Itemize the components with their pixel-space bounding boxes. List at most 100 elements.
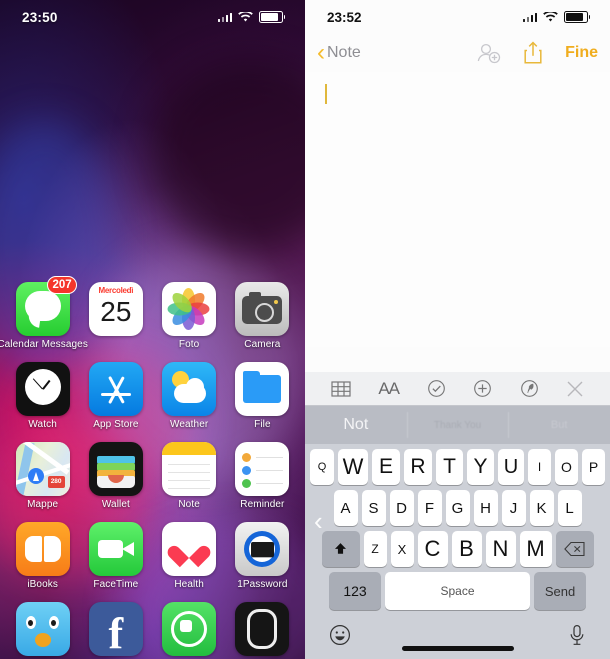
key-B[interactable]: B <box>451 531 482 567</box>
facetime-icon[interactable] <box>88 522 143 576</box>
app-label: App Store <box>93 419 139 430</box>
facebook-icon[interactable]: f <box>88 602 143 656</box>
app-dark[interactable] <box>229 602 295 656</box>
key-K[interactable]: K <box>529 490 554 526</box>
wifi-icon <box>238 11 253 21</box>
status-indicators <box>217 10 286 24</box>
app-calendar[interactable]: Mercoledì 25 <box>83 282 149 350</box>
smiley-face-icon[interactable] <box>329 624 351 651</box>
key-T[interactable]: T <box>436 449 463 485</box>
key-Z[interactable]: Z <box>363 531 387 567</box>
calendar-icon[interactable]: Mercoledì 25 <box>88 282 143 336</box>
notes-icon[interactable] <box>162 442 217 496</box>
app-messages[interactable]: 207 Calendar Messages <box>0 276 88 350</box>
text-format-AA-icon[interactable]: AA <box>378 379 400 399</box>
left-phone-home-screen: 23:50 207 Calendar Messages Mercoledì 25… <box>0 0 305 659</box>
status-clock: 23:50 <box>22 9 58 25</box>
key-J[interactable]: J <box>501 490 526 526</box>
home-indicator-bar[interactable] <box>401 646 514 651</box>
app-label: Watch <box>28 419 57 430</box>
add-person-icon[interactable] <box>475 42 501 64</box>
key-A[interactable]: A <box>333 490 358 526</box>
app-ibooks[interactable]: iBooks <box>10 522 76 590</box>
app-files[interactable]: File <box>229 362 295 430</box>
app-label: FaceTime <box>93 579 139 590</box>
prediction-item[interactable]: Thank You <box>406 406 509 444</box>
app-weather[interactable]: Weather <box>156 362 222 430</box>
key-E[interactable]: E <box>372 449 400 485</box>
app-label: Health <box>174 579 204 590</box>
note-body[interactable] <box>305 72 610 347</box>
done-button[interactable]: Fine <box>565 44 598 62</box>
health-icon[interactable] <box>162 522 217 576</box>
key-G[interactable]: G <box>445 490 470 526</box>
key-H[interactable]: H <box>473 490 498 526</box>
app-photos[interactable]: Foto <box>156 282 222 350</box>
markup-pen-icon[interactable] <box>520 379 539 398</box>
key-P[interactable]: P <box>582 449 605 485</box>
photos-icon[interactable] <box>162 282 217 336</box>
app-watch[interactable]: Watch <box>10 362 76 430</box>
key-Y[interactable]: Y <box>467 449 494 485</box>
shift-arrow-icon[interactable] <box>321 531 360 567</box>
key-M[interactable]: M <box>519 531 552 567</box>
space-key[interactable]: Space <box>385 572 530 610</box>
twitter-bird-icon[interactable] <box>15 602 70 656</box>
app-camera[interactable]: Camera <box>229 282 295 350</box>
microphone-icon[interactable] <box>568 624 586 651</box>
numbers-key[interactable]: 123 <box>329 572 381 610</box>
key-U[interactable]: U <box>498 449 524 485</box>
app-maps[interactable]: 280 Mappe <box>10 442 76 510</box>
app-reminders[interactable]: Reminder <box>229 442 295 510</box>
key-I[interactable]: I <box>528 449 551 485</box>
battery-icon <box>564 10 591 24</box>
key-O[interactable]: O <box>555 449 578 485</box>
status-indicators <box>522 10 591 24</box>
send-key[interactable]: Send <box>534 572 586 610</box>
camera-icon[interactable] <box>235 282 290 336</box>
ibooks-icon[interactable] <box>15 522 70 576</box>
maps-icon[interactable]: 280 <box>15 442 70 496</box>
app-notes[interactable]: Note <box>156 442 222 510</box>
app-facebook[interactable]: f <box>83 602 149 656</box>
app-twitter[interactable] <box>10 602 76 656</box>
keyboard-row-3: Z X C B N M <box>305 531 610 567</box>
key-W[interactable]: W <box>338 449 368 485</box>
app-label: Camera <box>244 339 281 350</box>
key-S[interactable]: S <box>361 490 386 526</box>
key-F[interactable]: F <box>417 490 442 526</box>
files-icon[interactable] <box>235 362 290 416</box>
reminders-icon[interactable] <box>235 442 290 496</box>
checklist-icon[interactable] <box>427 379 446 398</box>
close-icon[interactable] <box>566 380 584 398</box>
dark-app-icon[interactable] <box>235 602 290 656</box>
key-R[interactable]: R <box>404 449 432 485</box>
key-Q[interactable]: Q <box>310 449 334 485</box>
key-C[interactable]: C <box>417 531 448 567</box>
app-store-icon[interactable] <box>88 362 143 416</box>
prediction-item[interactable]: But <box>508 406 610 444</box>
watch-icon[interactable] <box>15 362 70 416</box>
app-health[interactable]: Health <box>156 522 222 590</box>
app-1password[interactable]: 1Password <box>229 522 295 590</box>
app-wallet[interactable]: Wallet <box>83 442 149 510</box>
key-X[interactable]: X <box>390 531 414 567</box>
key-D[interactable]: D <box>389 490 414 526</box>
backspace-icon[interactable] <box>555 531 594 567</box>
key-N[interactable]: N <box>485 531 516 567</box>
app-whatsapp[interactable] <box>156 602 222 656</box>
key-L[interactable]: L <box>557 490 582 526</box>
add-attachment-icon[interactable] <box>473 379 492 398</box>
wallet-icon[interactable] <box>88 442 143 496</box>
prediction-item[interactable]: Not <box>305 406 407 444</box>
table-icon[interactable] <box>331 380 351 398</box>
whatsapp-icon[interactable] <box>162 602 217 656</box>
back-button[interactable]: ‹ Note <box>317 41 361 65</box>
app-app-store[interactable]: App Store <box>83 362 149 430</box>
wallpaper-wisp <box>150 60 305 250</box>
1password-icon[interactable] <box>235 522 290 576</box>
share-icon[interactable] <box>523 41 543 65</box>
weather-icon[interactable] <box>162 362 217 416</box>
app-label: Weather <box>169 419 209 430</box>
app-facetime[interactable]: FaceTime <box>83 522 149 590</box>
